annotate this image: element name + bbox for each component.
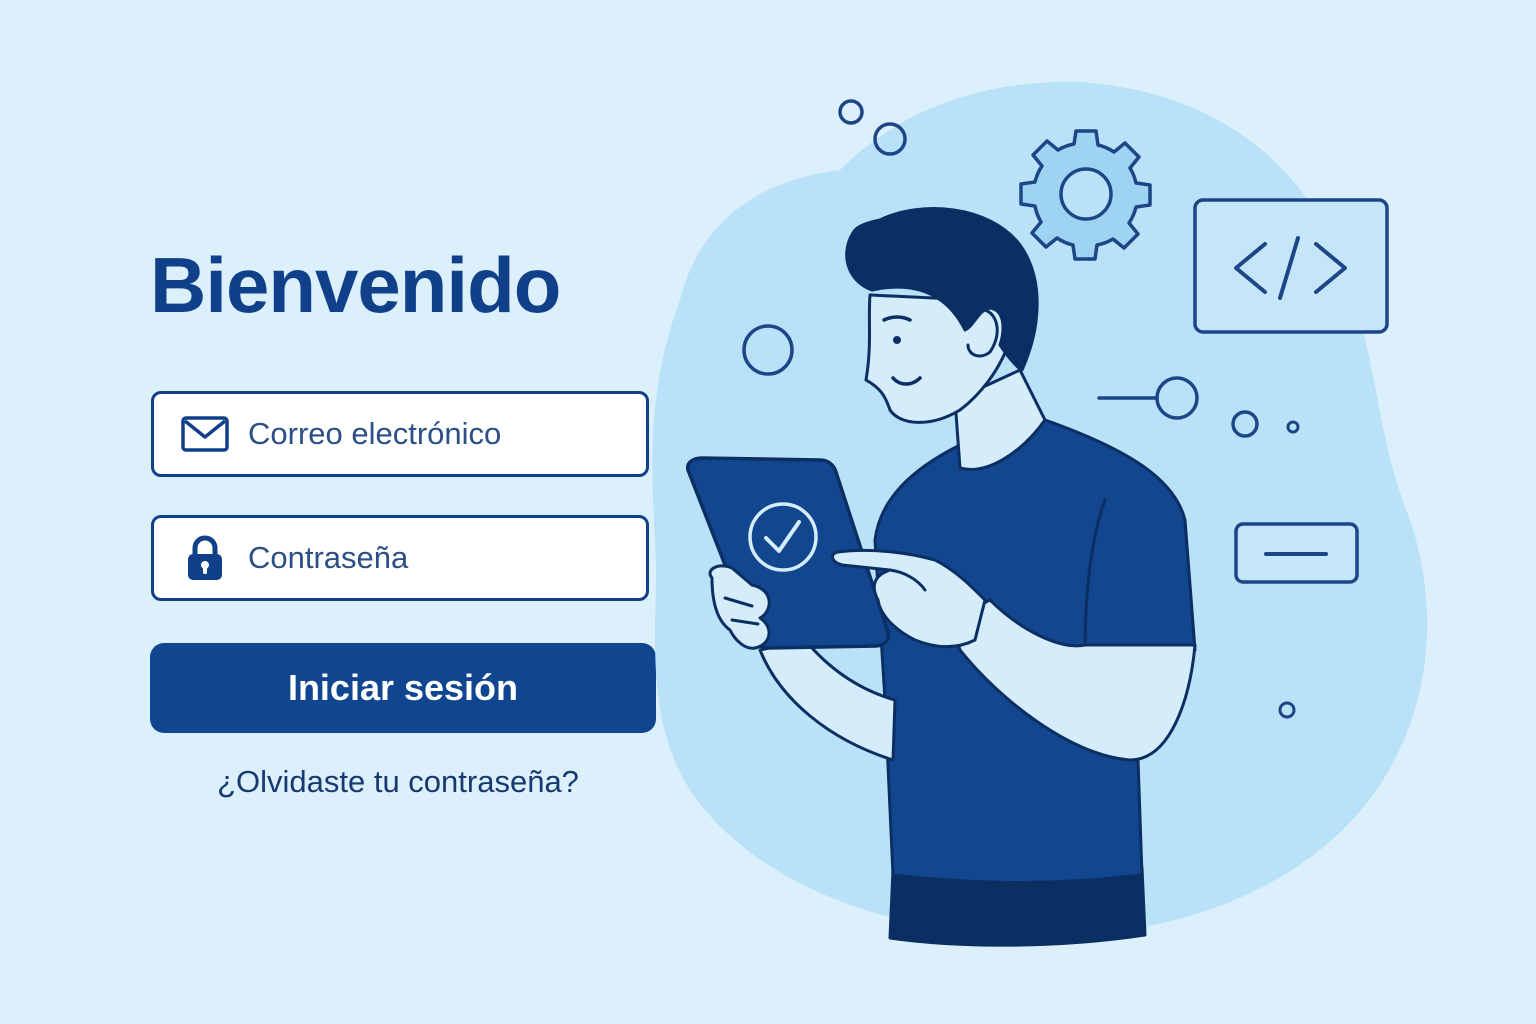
- email-placeholder: Correo electrónico: [248, 416, 502, 451]
- lock-icon: [180, 535, 230, 580]
- bubble-icon: [838, 99, 864, 125]
- login-button[interactable]: Iniciar sesión: [150, 643, 656, 733]
- password-field[interactable]: Contraseña: [151, 515, 649, 601]
- forgot-password-link[interactable]: ¿Olvidaste tu contraseña?: [150, 764, 646, 800]
- gear-icon: [1019, 129, 1152, 261]
- page-title: Bienvenido: [150, 241, 561, 329]
- email-field[interactable]: Correo electrónico: [151, 391, 649, 477]
- password-placeholder: Contraseña: [248, 540, 409, 575]
- illustration: [652, 81, 1428, 947]
- code-icon: [1193, 198, 1389, 334]
- window-minimize-icon: [1234, 522, 1359, 584]
- login-page: Bienvenido Correo electrónico Contraseña…: [0, 0, 1536, 1024]
- envelope-icon: [180, 414, 230, 454]
